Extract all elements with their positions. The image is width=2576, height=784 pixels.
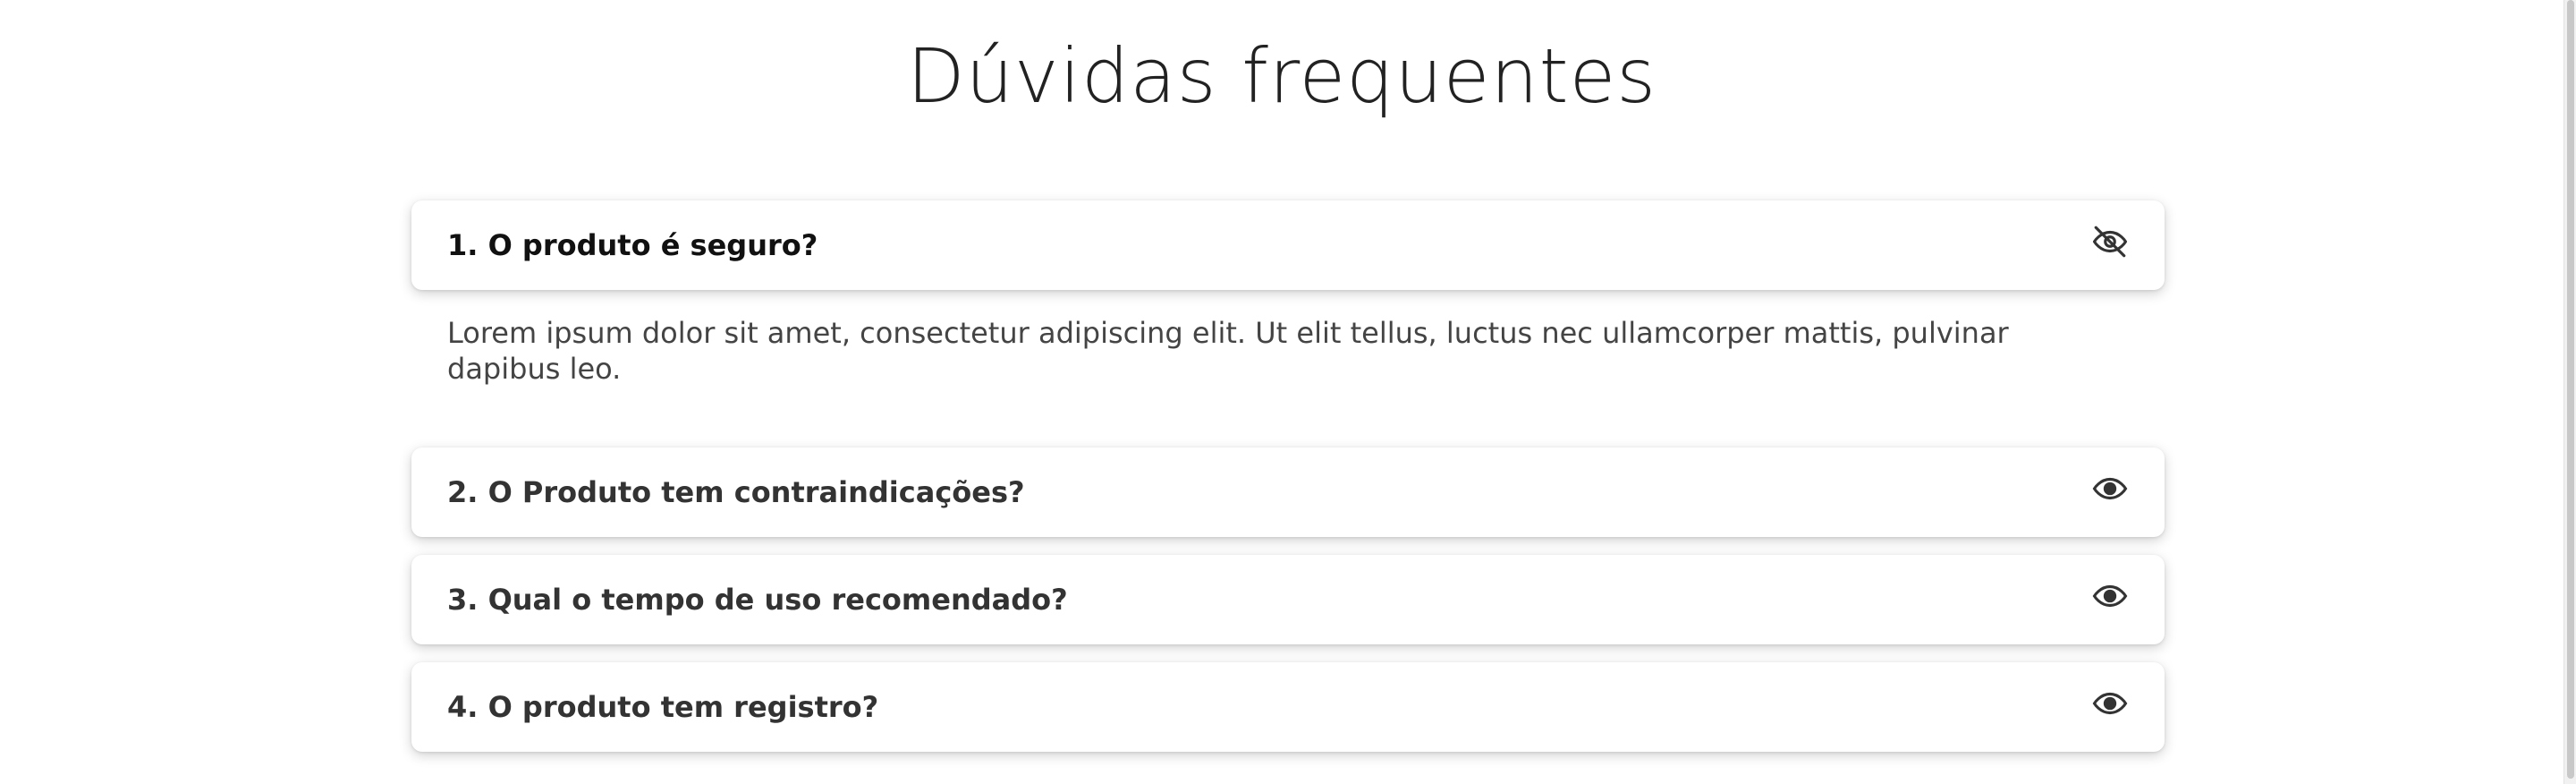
vertical-scrollbar[interactable]: [2563, 0, 2576, 784]
eye-icon[interactable]: [2091, 685, 2129, 722]
faq-accordion: 1. O produto é seguro? Lorem ipsum dolor…: [411, 200, 2165, 770]
page-title: Dúvidas frequentes: [906, 32, 1657, 120]
faq-question-toggle-4[interactable]: 4. O produto tem registro?: [411, 662, 2165, 752]
scrollbar-thumb[interactable]: [2567, 0, 2574, 779]
faq-item-3: 3. Qual o tempo de uso recomendado?: [411, 555, 2165, 644]
faq-answer: Lorem ipsum dolor sit amet, consectetur …: [447, 316, 2009, 386]
eye-slash-icon[interactable]: [2091, 223, 2129, 260]
faq-question-toggle-2[interactable]: 2. O Produto tem contraindicações?: [411, 447, 2165, 537]
faq-question-toggle-1[interactable]: 1. O produto é seguro?: [411, 200, 2165, 290]
faq-question: 1. O produto é seguro?: [447, 228, 818, 262]
eye-icon[interactable]: [2091, 577, 2129, 615]
faq-question: 4. O produto tem registro?: [447, 690, 879, 724]
faq-item-2: 2. O Produto tem contraindicações?: [411, 447, 2165, 537]
faq-question: 2. O Produto tem contraindicações?: [447, 475, 1025, 509]
faq-question-toggle-3[interactable]: 3. Qual o tempo de uso recomendado?: [411, 555, 2165, 644]
faq-question: 3. Qual o tempo de uso recomendado?: [447, 583, 1068, 617]
faq-item-1: 1. O produto é seguro? Lorem ipsum dolor…: [411, 200, 2165, 430]
faq-item-4: 4. O produto tem registro?: [411, 662, 2165, 752]
eye-icon[interactable]: [2091, 470, 2129, 507]
faq-page: Dúvidas frequentes 1. O produto é seguro…: [0, 0, 2563, 784]
